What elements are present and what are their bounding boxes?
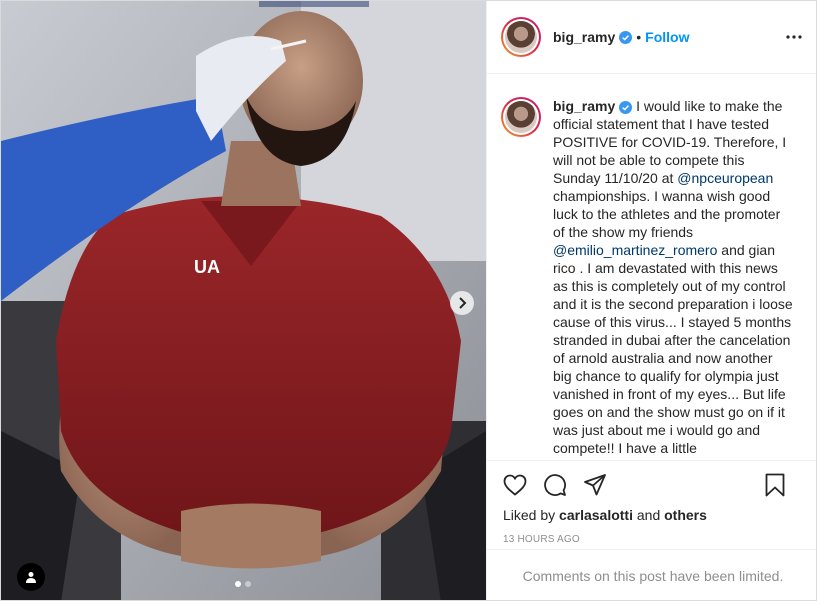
liked-by-and: and: [632, 507, 665, 523]
liked-by-prefix: Liked by: [503, 507, 560, 523]
avatar-image: [505, 21, 537, 53]
next-slide-button[interactable]: [450, 291, 474, 315]
caption-avatar[interactable]: [501, 97, 541, 137]
carousel-indicator: [235, 581, 251, 587]
caption-area[interactable]: big_ramy I would like to make the offici…: [487, 75, 816, 460]
post-photo: UA: [1, 1, 486, 600]
username-link[interactable]: big_ramy: [553, 29, 615, 45]
more-options-icon: [786, 35, 802, 39]
post-details-panel: big_ramy • Follow big_ramy I would like …: [486, 1, 816, 600]
comment-button[interactable]: [543, 473, 567, 497]
more-options-button[interactable]: [784, 27, 804, 47]
verified-badge-icon: [619, 30, 633, 44]
comments-limited-notice: Comments on this post have been limited.: [487, 549, 816, 600]
caption: big_ramy I would like to make the offici…: [501, 97, 803, 457]
follow-button[interactable]: Follow: [645, 29, 689, 45]
post-actions: Liked by carlasalotti and others 13 HOUR…: [487, 460, 816, 549]
verified-badge-icon: [619, 100, 633, 114]
avatar[interactable]: [501, 17, 541, 57]
post-dialog: UA big_ramy • Follow big_ramy I would li…: [0, 0, 817, 601]
mention-link[interactable]: @npceuropean: [677, 170, 773, 186]
caption-body: championships. I wanna wish good luck to…: [553, 188, 781, 240]
avatar-image: [505, 101, 537, 133]
tagged-users-button[interactable]: [17, 563, 45, 591]
separator: •: [636, 29, 642, 45]
heart-icon: [503, 474, 527, 496]
user-tag-icon: [26, 572, 36, 583]
post-media[interactable]: UA: [1, 1, 486, 600]
share-button[interactable]: [583, 473, 607, 497]
like-button[interactable]: [503, 473, 527, 497]
carousel-dot: [245, 581, 251, 587]
post-header: big_ramy • Follow: [487, 1, 816, 74]
save-button[interactable]: [763, 473, 787, 497]
liked-by-others-link[interactable]: others: [664, 507, 707, 523]
action-icons: [503, 461, 803, 509]
caption-text: big_ramy I would like to make the offici…: [553, 97, 793, 457]
svg-text:UA: UA: [194, 257, 220, 277]
comment-icon: [544, 474, 566, 496]
bookmark-icon: [765, 473, 785, 497]
caption-body: and gian rico . I am devastated with thi…: [553, 242, 793, 456]
liked-by: Liked by carlasalotti and others: [503, 507, 803, 523]
caption-username[interactable]: big_ramy: [553, 98, 615, 114]
chevron-right-icon: [459, 297, 467, 309]
liked-by-user-link[interactable]: carlasalotti: [559, 507, 633, 523]
paper-plane-icon: [584, 474, 606, 496]
mention-link[interactable]: @emilio_martinez_romero: [553, 242, 717, 258]
post-timestamp[interactable]: 13 HOURS AGO: [503, 534, 803, 545]
carousel-dot-active: [235, 581, 241, 587]
